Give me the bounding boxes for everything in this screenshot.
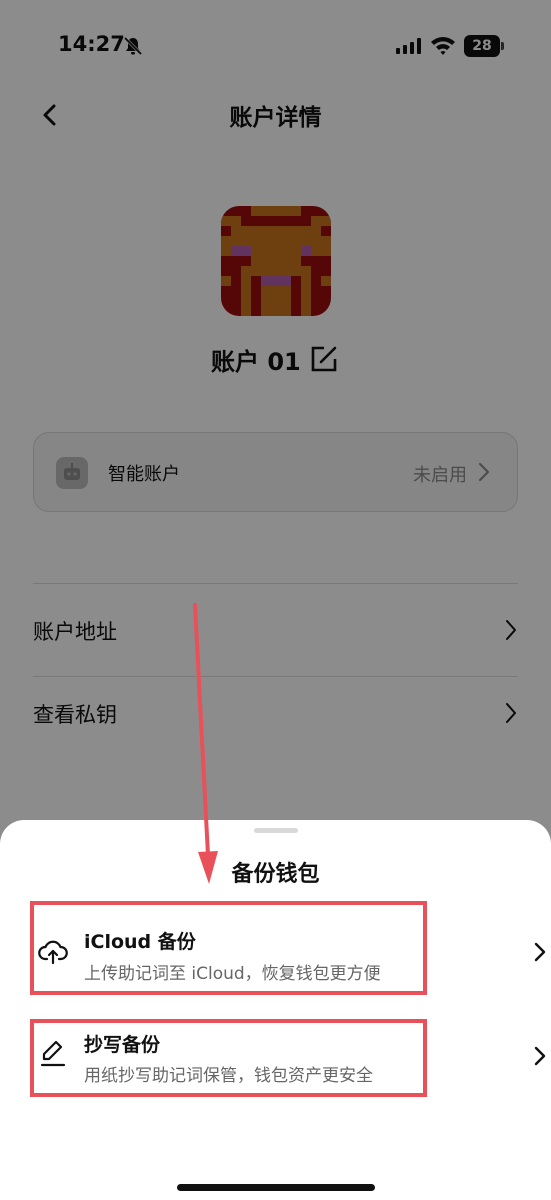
option-title: 抄写备份 [84,1034,161,1056]
pen-icon [40,1040,66,1067]
chevron-right-icon [534,1046,546,1066]
option-subtitle: 用纸抄写助记词保管，钱包资产更安全 [84,1066,373,1086]
cloud-upload-icon [38,940,68,965]
sheet-grabber[interactable] [254,828,298,833]
home-indicator[interactable] [177,1184,375,1191]
option-subtitle: 上传助记词至 iCloud，恢复钱包更方便 [84,964,381,984]
backup-wallet-sheet: 备份钱包 iCloud 备份 上传助记词至 iCloud，恢复钱包更方便 抄写备… [0,820,551,1200]
sheet-title: 备份钱包 [231,862,320,887]
manual-backup-option[interactable]: 抄写备份 用纸抄写助记词保管，钱包资产更安全 [30,1019,546,1097]
icloud-backup-option[interactable]: iCloud 备份 上传助记词至 iCloud，恢复钱包更方便 [30,901,546,995]
chevron-right-icon [534,942,546,962]
option-title: iCloud 备份 [84,931,196,953]
